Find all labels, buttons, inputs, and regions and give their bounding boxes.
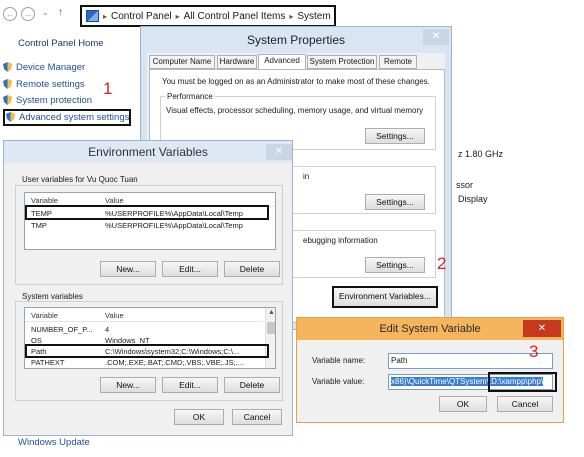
scrollbar-thumb[interactable]: [267, 322, 275, 334]
sidebar-item-device-manager[interactable]: Device Manager: [3, 62, 85, 73]
cancel-button[interactable]: Cancel: [497, 396, 553, 412]
close-icon[interactable]: ✕: [523, 320, 561, 337]
startup-settings-button[interactable]: Settings...: [365, 257, 425, 273]
windows-update-link[interactable]: Windows Update: [18, 437, 90, 448]
breadcrumb-separator-icon: ▸: [289, 11, 294, 21]
system-edit-button[interactable]: Edit...: [162, 377, 218, 393]
back-button[interactable]: ←: [3, 7, 17, 21]
sidebar-item-remote-settings[interactable]: Remote settings: [3, 79, 85, 90]
processor-text-fragment: ssor: [456, 180, 474, 190]
shield-icon: [3, 79, 12, 90]
edit-system-variable-dialog: Edit System Variable ✕ Variable name: Pa…: [296, 317, 564, 423]
variable-value: %USERPROFILE%\AppData\Local\Temp: [105, 221, 243, 230]
vertical-scrollbar[interactable]: ▲: [265, 308, 275, 368]
breadcrumb-system[interactable]: System: [297, 11, 330, 22]
column-header-variable[interactable]: Variable: [31, 310, 58, 321]
user-variables-label: User variables for Vu Quoc Tuan: [20, 175, 140, 184]
system-variables-label: System variables: [20, 292, 85, 301]
system-variables-list[interactable]: Variable Value NUMBER_OF_P... 4 OS Windo…: [24, 307, 276, 369]
shield-icon: [3, 95, 12, 106]
group-text-fragment: ebugging information: [303, 236, 378, 245]
close-icon[interactable]: ✕: [266, 144, 292, 160]
sidebar-item-system-protection[interactable]: System protection: [3, 95, 92, 106]
step-number-3: 3: [529, 342, 539, 361]
user-new-button[interactable]: New...: [100, 261, 156, 277]
user-variables-list[interactable]: Variable Value TEMP %USERPROFILE%\AppDat…: [24, 192, 276, 250]
scroll-up-icon[interactable]: ▲: [268, 309, 275, 316]
cancel-button[interactable]: Cancel: [232, 409, 282, 425]
control-panel-icon: [86, 10, 99, 22]
step-number-2: 2: [437, 254, 447, 273]
address-row: ← → ⌄ ↑ ▸ Control Panel ▸ All Control Pa…: [0, 0, 584, 28]
performance-group-title: Performance: [165, 92, 215, 101]
processor-speed-text: z 1.80 GHz: [458, 149, 504, 159]
breadcrumb-separator-icon: ▸: [175, 11, 180, 21]
list-item[interactable]: TMP %USERPROFILE%\AppData\Local\Temp: [25, 220, 275, 231]
shield-icon: [3, 62, 12, 73]
variable-name: TMP: [31, 221, 47, 230]
group-text-fragment: in: [303, 172, 310, 181]
system-delete-button[interactable]: Delete: [224, 377, 280, 393]
list-header: Variable Value: [25, 310, 263, 322]
variable-value-label: Variable value:: [312, 377, 365, 386]
control-panel-home-link[interactable]: Control Panel Home: [18, 38, 104, 49]
sidebar-item-advanced-system-settings[interactable]: Advanced system settings: [6, 112, 129, 123]
list-item[interactable]: NUMBER_OF_P... 4: [25, 324, 263, 335]
sidebar-item-label: Advanced system settings: [19, 112, 130, 123]
tab-remote[interactable]: Remote: [379, 55, 417, 69]
temp-row-highlight: [25, 205, 269, 220]
sidebar-item-label: System protection: [16, 95, 93, 106]
variable-name-label: Variable name:: [312, 356, 366, 365]
tab-computer-name[interactable]: Computer Name: [149, 55, 215, 69]
environment-variables-dialog: Environment Variables ✕ User variables f…: [3, 140, 293, 436]
variable-value: 4: [105, 325, 110, 334]
forward-button[interactable]: →: [21, 7, 35, 21]
user-edit-button[interactable]: Edit...: [162, 261, 218, 277]
selected-value-text: x86)\QuickTime\QTSystem\: [391, 377, 489, 386]
user-profiles-settings-button[interactable]: Settings...: [365, 194, 425, 210]
performance-description: Visual effects, processor scheduling, me…: [166, 106, 424, 115]
list-item[interactable]: PATHEXT .COM;.EXE;.BAT;.CMD;.VBS;.VBE;.J…: [25, 357, 263, 368]
environment-variables-button[interactable]: Environment Variables...: [332, 286, 438, 308]
up-arrow-icon[interactable]: ↑: [58, 7, 63, 18]
sidebar-item-label: Device Manager: [16, 62, 86, 73]
breadcrumb-control-panel[interactable]: Control Panel: [111, 11, 172, 22]
step-number-1: 1: [103, 79, 113, 98]
user-delete-button[interactable]: Delete: [224, 261, 280, 277]
variable-value: .COM;.EXE;.BAT;.CMD;.VBS;.VBE;.JS;....: [105, 358, 245, 367]
ok-button[interactable]: OK: [174, 409, 224, 425]
performance-settings-button[interactable]: Settings...: [365, 128, 425, 144]
system-new-button[interactable]: New...: [100, 377, 156, 393]
value-tail-highlight: [488, 372, 557, 392]
close-icon[interactable]: ✕: [423, 29, 449, 45]
column-header-value[interactable]: Value: [105, 310, 124, 321]
dialog-title: Environment Variables: [4, 141, 292, 163]
tab-hardware[interactable]: Hardware: [217, 55, 257, 69]
variable-name: NUMBER_OF_P...: [31, 325, 93, 334]
display-text-fragment: Display: [458, 194, 488, 204]
path-row-highlight: [25, 344, 269, 358]
dialog-title: System Properties: [141, 27, 451, 53]
breadcrumb-all-items[interactable]: All Control Panel Items: [184, 11, 286, 22]
shield-icon: [6, 112, 15, 123]
variable-name: PATHEXT: [31, 358, 65, 367]
sidebar-item-label: Remote settings: [16, 79, 85, 90]
admin-note: You must be logged on as an Administrato…: [162, 77, 430, 86]
recent-locations-chevron-icon[interactable]: ⌄: [42, 8, 49, 17]
address-bar[interactable]: ▸ Control Panel ▸ All Control Panel Item…: [80, 5, 336, 27]
breadcrumb-separator-icon: ▸: [103, 11, 108, 21]
ok-button[interactable]: OK: [439, 396, 487, 412]
tab-advanced[interactable]: Advanced: [258, 54, 306, 70]
tab-system-protection[interactable]: System Protection: [307, 55, 377, 69]
